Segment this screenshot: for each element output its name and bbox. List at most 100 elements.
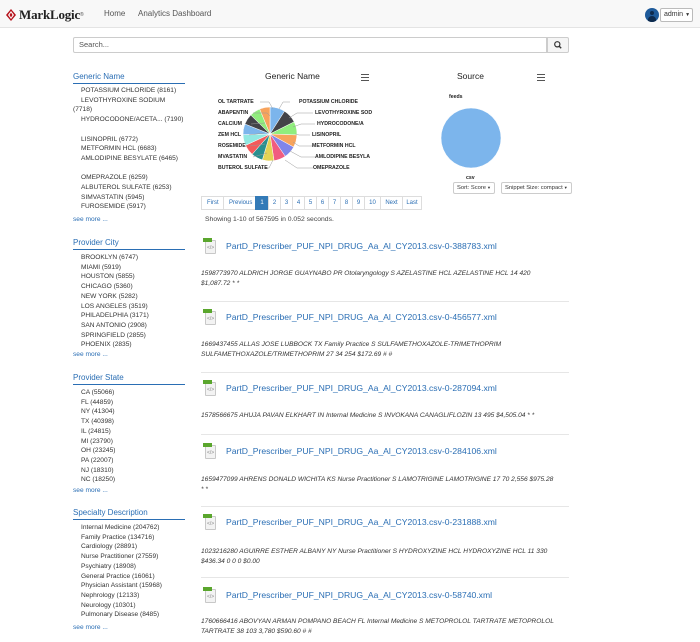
source-chart-title: Source xyxy=(457,71,484,81)
facet-list-provider-state: CA (55066) FL (44859) NY (41304) TX (403… xyxy=(73,388,198,485)
facet-item[interactable]: Physician Assistant (15968) xyxy=(73,581,198,591)
result-snippet: 1023216280 AGUIRRE ESTHER ALBANY NY Nurs… xyxy=(201,547,569,567)
result-snippet-line: 1578566675 AHUJA PAVAN ELKHART IN Intern… xyxy=(201,412,535,419)
result-title-link[interactable]: PartD_Prescriber_PUF_NPI_DRUG_Aa_Al_CY20… xyxy=(226,590,492,600)
facet-item[interactable]: LOS ANGELES (3519) xyxy=(73,302,198,312)
result-title-link[interactable]: PartD_Prescriber_PUF_NPI_DRUG_Aa_Al_CY20… xyxy=(226,383,497,393)
page-next-button[interactable]: Next xyxy=(380,196,403,210)
result-snippet: 1659477099 AHRENS DONALD WICHITA KS Nurs… xyxy=(201,475,569,495)
logo-text: MarkLogic xyxy=(19,7,81,22)
facet-item[interactable]: PHOENIX (2835) xyxy=(73,340,198,350)
page-10-button[interactable]: 10 xyxy=(364,196,381,210)
pie-label: METFORMIN HCL xyxy=(312,143,356,149)
facet-item-count[interactable]: (7718) xyxy=(73,105,198,115)
hamburger-menu-icon[interactable] xyxy=(537,74,545,81)
facet-item[interactable]: OH (23245) xyxy=(73,446,198,456)
caret-down-icon: ▼ xyxy=(685,12,691,18)
result-snippet-line: 1023216280 AGUIRRE ESTHER ALBANY NY Nurs… xyxy=(201,548,548,555)
facet-item[interactable]: MIAMI (5919) xyxy=(73,263,198,273)
facet-item[interactable]: BROOKLYN (6747) xyxy=(73,253,198,263)
see-more-specialty-link[interactable]: see more ... xyxy=(73,624,108,631)
pie-label: CALCIUM xyxy=(218,121,242,127)
pie-label: OL TARTRATE xyxy=(218,99,254,105)
facet-item[interactable]: General Practice (16061) xyxy=(73,572,198,582)
pagination: First Previous 1 2 3 4 5 6 7 8 9 10 Next… xyxy=(201,196,422,210)
snippet-size-dropdown[interactable]: Snippet Size: compact▼ xyxy=(501,182,572,194)
facet-item[interactable]: Pulmonary Disease (8485) xyxy=(73,610,198,620)
pie-label: OMEPRAZOLE xyxy=(313,165,350,171)
facet-item[interactable]: NEW YORK (5282) xyxy=(73,292,198,302)
logo-registered-mark: ® xyxy=(80,12,84,18)
facet-item[interactable]: Nephrology (12133) xyxy=(73,591,198,601)
facet-item[interactable]: POTASSIUM CHLORIDE (8161) xyxy=(73,86,198,96)
result-snippet-line: $1,087.72 * * xyxy=(201,280,240,287)
facet-item[interactable]: Neurology (10301) xyxy=(73,601,198,611)
facet-item[interactable]: MI (23790) xyxy=(73,437,198,447)
result-snippet: 1598773970 ALDRICH JORGE GUAYNABO PR Oto… xyxy=(201,269,569,289)
facet-item[interactable]: PHILADELPHIA (3171) xyxy=(73,311,198,321)
facet-item[interactable]: Family Practice (134716) xyxy=(73,533,198,543)
result-title-link[interactable]: PartD_Prescriber_PUF_NPI_DRUG_Aa_Al_CY20… xyxy=(226,241,497,251)
result-title-link[interactable]: PartD_Prescriber_PUF_NPI_DRUG_Aa_Al_CY20… xyxy=(226,446,497,456)
page-1-button[interactable]: 1 xyxy=(255,196,269,210)
facet-item[interactable]: LEVOTHYROXINE SODIUM xyxy=(73,96,198,106)
sort-label: Sort: Score xyxy=(457,185,486,191)
facet-item[interactable]: NY (41304) xyxy=(73,407,198,417)
facet-item[interactable]: Nurse Practitioner (27559) xyxy=(73,552,198,562)
result-title-link[interactable]: PartD_Prescriber_PUF_NPI_DRUG_Aa_Al_CY20… xyxy=(226,312,497,322)
nav-home-link[interactable]: Home xyxy=(104,9,125,18)
facet-item[interactable]: CHICAGO (5360) xyxy=(73,282,198,292)
page-previous-button[interactable]: Previous xyxy=(223,196,256,210)
pie-slice[interactable] xyxy=(441,107,501,169)
user-name: admin xyxy=(664,11,684,18)
facet-item[interactable]: Psychiatry (18908) xyxy=(73,562,198,572)
user-menu-button[interactable]: admin ▼ xyxy=(660,8,693,22)
nav-analytics-dashboard-link[interactable]: Analytics Dashboard xyxy=(138,9,211,18)
result-snippet-line: 1760666416 ABOVYAN ARMAN POMPANO BEACH F… xyxy=(201,618,554,625)
xml-document-icon: </> xyxy=(203,380,217,397)
marklogic-logo-icon xyxy=(6,9,16,21)
result-snippet: 1760666416 ABOVYAN ARMAN POMPANO BEACH F… xyxy=(201,617,569,637)
result-divider xyxy=(201,434,569,435)
result-divider xyxy=(201,577,569,578)
facet-item[interactable]: SAN ANTONIO (2908) xyxy=(73,321,198,331)
facet-item[interactable]: SPRINGFIELD (2855) xyxy=(73,331,198,341)
facet-item[interactable]: AMLODIPINE BESYLATE (6465) xyxy=(73,154,198,164)
page-first-button[interactable]: First xyxy=(201,196,224,210)
facet-item[interactable]: NC (18250) xyxy=(73,475,198,485)
sort-dropdown[interactable]: Sort: Score▼ xyxy=(453,182,495,194)
marklogic-logo[interactable]: MarkLogic ® xyxy=(6,7,84,22)
see-more-provider-city-link[interactable]: see more ... xyxy=(73,351,108,358)
facet-item[interactable]: SIMVASTATIN (5945) xyxy=(73,193,198,203)
see-more-generic-name-link[interactable]: see more ... xyxy=(73,216,108,223)
facet-item[interactable]: TX (40398) xyxy=(73,417,198,427)
hamburger-menu-icon[interactable] xyxy=(361,74,369,81)
facet-item[interactable]: HYDROCODONE/ACETA... (7190) xyxy=(73,115,198,125)
facet-title-provider-state: Provider State xyxy=(73,373,185,385)
facet-item[interactable]: HOUSTON (5855) xyxy=(73,272,198,282)
facet-item[interactable]: CA (55066) xyxy=(73,388,198,398)
see-more-provider-state-link[interactable]: see more ... xyxy=(73,487,108,494)
facet-item[interactable]: Cardiology (28891) xyxy=(73,542,198,552)
source-pie-chart[interactable] xyxy=(441,101,501,175)
facet-item[interactable]: OMEPRAZOLE (6259) xyxy=(73,173,198,183)
search-input[interactable]: Search... xyxy=(73,37,547,53)
pie-label: ABAPENTIN xyxy=(218,110,249,116)
facet-item[interactable]: FL (44859) xyxy=(73,398,198,408)
page-last-button[interactable]: Last xyxy=(402,196,422,210)
facet-item[interactable]: ALBUTEROL SULFATE (6253) xyxy=(73,183,198,193)
result-divider xyxy=(201,506,569,507)
facet-item[interactable]: PA (22007) xyxy=(73,456,198,466)
facet-item[interactable]: IL (24815) xyxy=(73,427,198,437)
facet-item[interactable]: METFORMIN HCL (6683) xyxy=(73,144,198,154)
facet-item[interactable]: LISINOPRIL (6772) xyxy=(73,135,198,145)
result-title-link[interactable]: PartD_Prescriber_PUF_NPI_DRUG_Aa_Al_CY20… xyxy=(226,517,497,527)
search-button[interactable] xyxy=(547,37,569,53)
result-snippet-line: 1659477099 AHRENS DONALD WICHITA KS Nurs… xyxy=(201,476,554,483)
facet-item[interactable]: FUROSEMIDE (5917) xyxy=(73,202,198,212)
facet-item[interactable]: NJ (18310) xyxy=(73,466,198,476)
facet-item[interactable]: Internal Medicine (204762) xyxy=(73,523,198,533)
top-navbar: MarkLogic ® Home Analytics Dashboard admi… xyxy=(0,0,700,28)
facet-title-generic-name: Generic Name xyxy=(73,72,185,84)
user-avatar-icon[interactable] xyxy=(645,8,659,22)
